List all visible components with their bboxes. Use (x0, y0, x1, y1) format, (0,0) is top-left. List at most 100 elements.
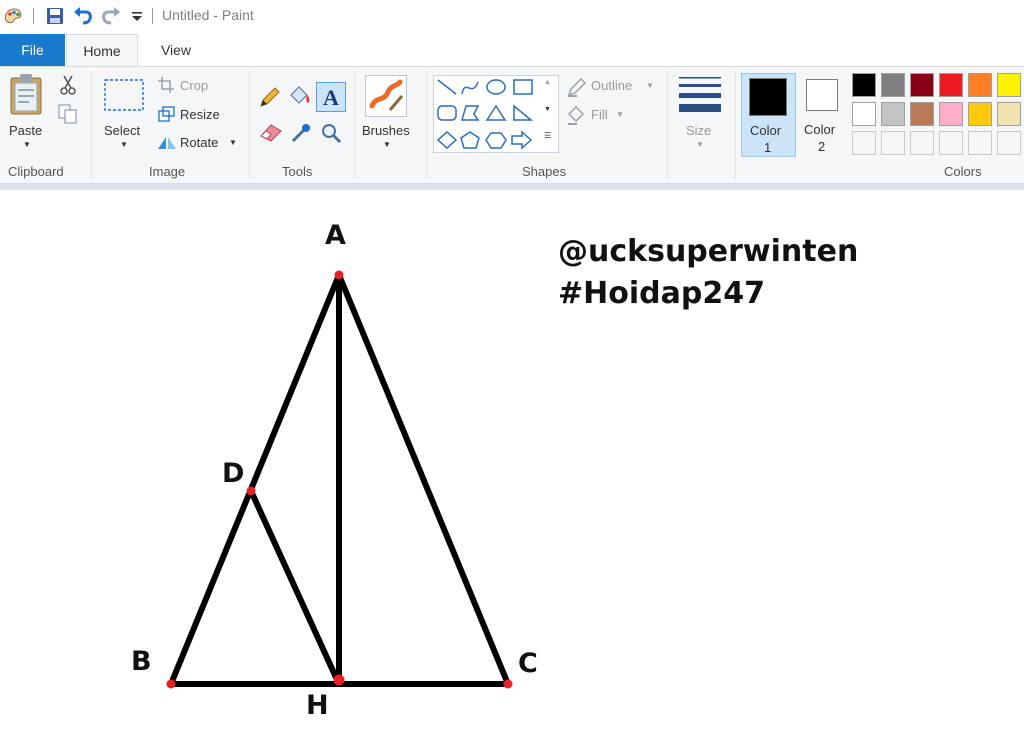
paint-app-icon[interactable] (2, 5, 24, 27)
ribbon-tabs: File Home View (0, 34, 1024, 66)
magnifier-icon[interactable] (320, 122, 342, 144)
brushes-icon (365, 75, 407, 117)
group-label-tools: Tools (282, 164, 313, 179)
select-label: Select (104, 123, 141, 138)
color-2-label: Color (804, 122, 836, 137)
color-1-button[interactable]: Color 1 (741, 73, 796, 157)
svg-text:A: A (323, 85, 339, 110)
customize-qat-icon[interactable] (126, 5, 148, 27)
fill-icon (567, 105, 585, 125)
rotate-icon (158, 137, 176, 149)
shapes-scroll-up-icon[interactable]: ▲ (544, 79, 551, 86)
segment-dh (248, 488, 342, 687)
size-label: Size (686, 123, 712, 138)
cut-icon[interactable] (60, 75, 76, 95)
palette-swatch[interactable] (852, 73, 876, 97)
color-2-number: 2 (818, 139, 826, 154)
tab-file[interactable]: File (0, 34, 65, 66)
group-label-clipboard: Clipboard (8, 164, 64, 179)
text-a-icon: A (323, 85, 339, 110)
save-icon[interactable] (44, 5, 66, 27)
window-title: Untitled - Paint (162, 7, 254, 23)
palette-custom-slot[interactable] (881, 131, 905, 155)
outline-label: Outline (591, 78, 633, 93)
palette-swatch[interactable] (910, 102, 934, 126)
palette-custom-slot[interactable] (939, 131, 963, 155)
redo-icon[interactable] (100, 5, 122, 27)
title-bar: Untitled - Paint (0, 0, 1024, 32)
point-b (166, 679, 176, 689)
text-tool-button[interactable]: A (316, 82, 346, 112)
label-a: A (325, 220, 346, 251)
segment-ac (336, 272, 511, 687)
tab-view[interactable]: View (140, 34, 212, 66)
palette-swatch[interactable] (939, 73, 963, 97)
eraser-icon[interactable] (259, 122, 283, 142)
palette-swatch[interactable] (939, 102, 963, 126)
palette-swatch[interactable] (968, 102, 992, 126)
fill-bucket-icon[interactable] (288, 85, 312, 107)
size-lines-icon (679, 77, 721, 112)
crop-icon (158, 77, 174, 93)
palette-custom-slot[interactable] (910, 131, 934, 155)
group-separator (249, 71, 250, 179)
group-separator (91, 71, 92, 179)
fill-label: Fill (591, 107, 608, 122)
group-label-image: Image (149, 164, 186, 179)
palette-swatch[interactable] (968, 73, 992, 97)
palette-custom-slot[interactable] (997, 131, 1021, 155)
fill-dropdown-icon: ▼ (616, 110, 624, 119)
outline-pen-icon (567, 77, 587, 97)
color-1-number: 1 (764, 140, 772, 155)
select-rectangle-icon (104, 79, 144, 111)
brushes-dropdown-icon: ▼ (383, 140, 391, 149)
rotate-dropdown-icon: ▼ (229, 138, 237, 147)
color-2-swatch (806, 79, 838, 111)
watermark-username: @ucksuperwinten (558, 234, 859, 269)
pencil-icon[interactable] (259, 86, 281, 108)
ribbon-home: Paste ▼ Clipboard Select ▼ Crop Resize R… (0, 66, 1024, 184)
group-separator (735, 71, 736, 179)
resize-label: Resize (180, 107, 220, 122)
shapes-scroll-down-icon[interactable]: ▼ (544, 106, 551, 113)
palette-swatch[interactable] (881, 102, 905, 126)
point-c (503, 679, 513, 689)
qat-separator (152, 8, 153, 24)
shapes-gallery[interactable]: ▲ ▼ ☰ (433, 75, 559, 153)
palette-custom-slot[interactable] (968, 131, 992, 155)
point-d (246, 486, 256, 496)
palette-swatch[interactable] (852, 102, 876, 126)
undo-icon[interactable] (72, 5, 94, 27)
shapes-expand-icon[interactable]: ☰ (544, 131, 551, 140)
resize-icon (158, 106, 175, 122)
clipboard-icon (10, 74, 42, 115)
palette-swatch[interactable] (997, 73, 1021, 97)
palette-swatch[interactable] (997, 102, 1021, 126)
geometry-drawing (166, 270, 513, 689)
group-separator (354, 71, 355, 179)
crop-label: Crop (180, 78, 209, 93)
tab-home[interactable]: Home (66, 34, 138, 66)
shapes-gallery-icons (436, 79, 534, 150)
watermark-hashtag: #Hoidap247 (558, 276, 765, 311)
label-h: H (306, 690, 329, 721)
outline-dropdown-icon: ▼ (646, 81, 654, 90)
group-label-colors: Colors (944, 164, 982, 179)
label-d: D (222, 458, 245, 489)
rotate-label: Rotate (180, 135, 219, 150)
point-h (333, 674, 345, 686)
group-separator (667, 71, 668, 179)
palette-swatch[interactable] (910, 73, 934, 97)
palette-custom-slot[interactable] (852, 131, 876, 155)
group-separator (426, 71, 427, 179)
paste-dropdown-icon: ▼ (23, 140, 31, 149)
qat-separator (33, 8, 34, 24)
color-1-swatch (749, 78, 787, 116)
label-c: C (518, 648, 538, 679)
color-1-label: Color (750, 123, 782, 138)
color-picker-icon[interactable] (290, 122, 312, 144)
drawing-canvas[interactable]: A B C D H @ucksuperwinten #Hoidap247 (0, 190, 1024, 734)
palette-swatch[interactable] (881, 73, 905, 97)
copy-icon[interactable] (58, 104, 78, 124)
point-a (334, 270, 344, 280)
